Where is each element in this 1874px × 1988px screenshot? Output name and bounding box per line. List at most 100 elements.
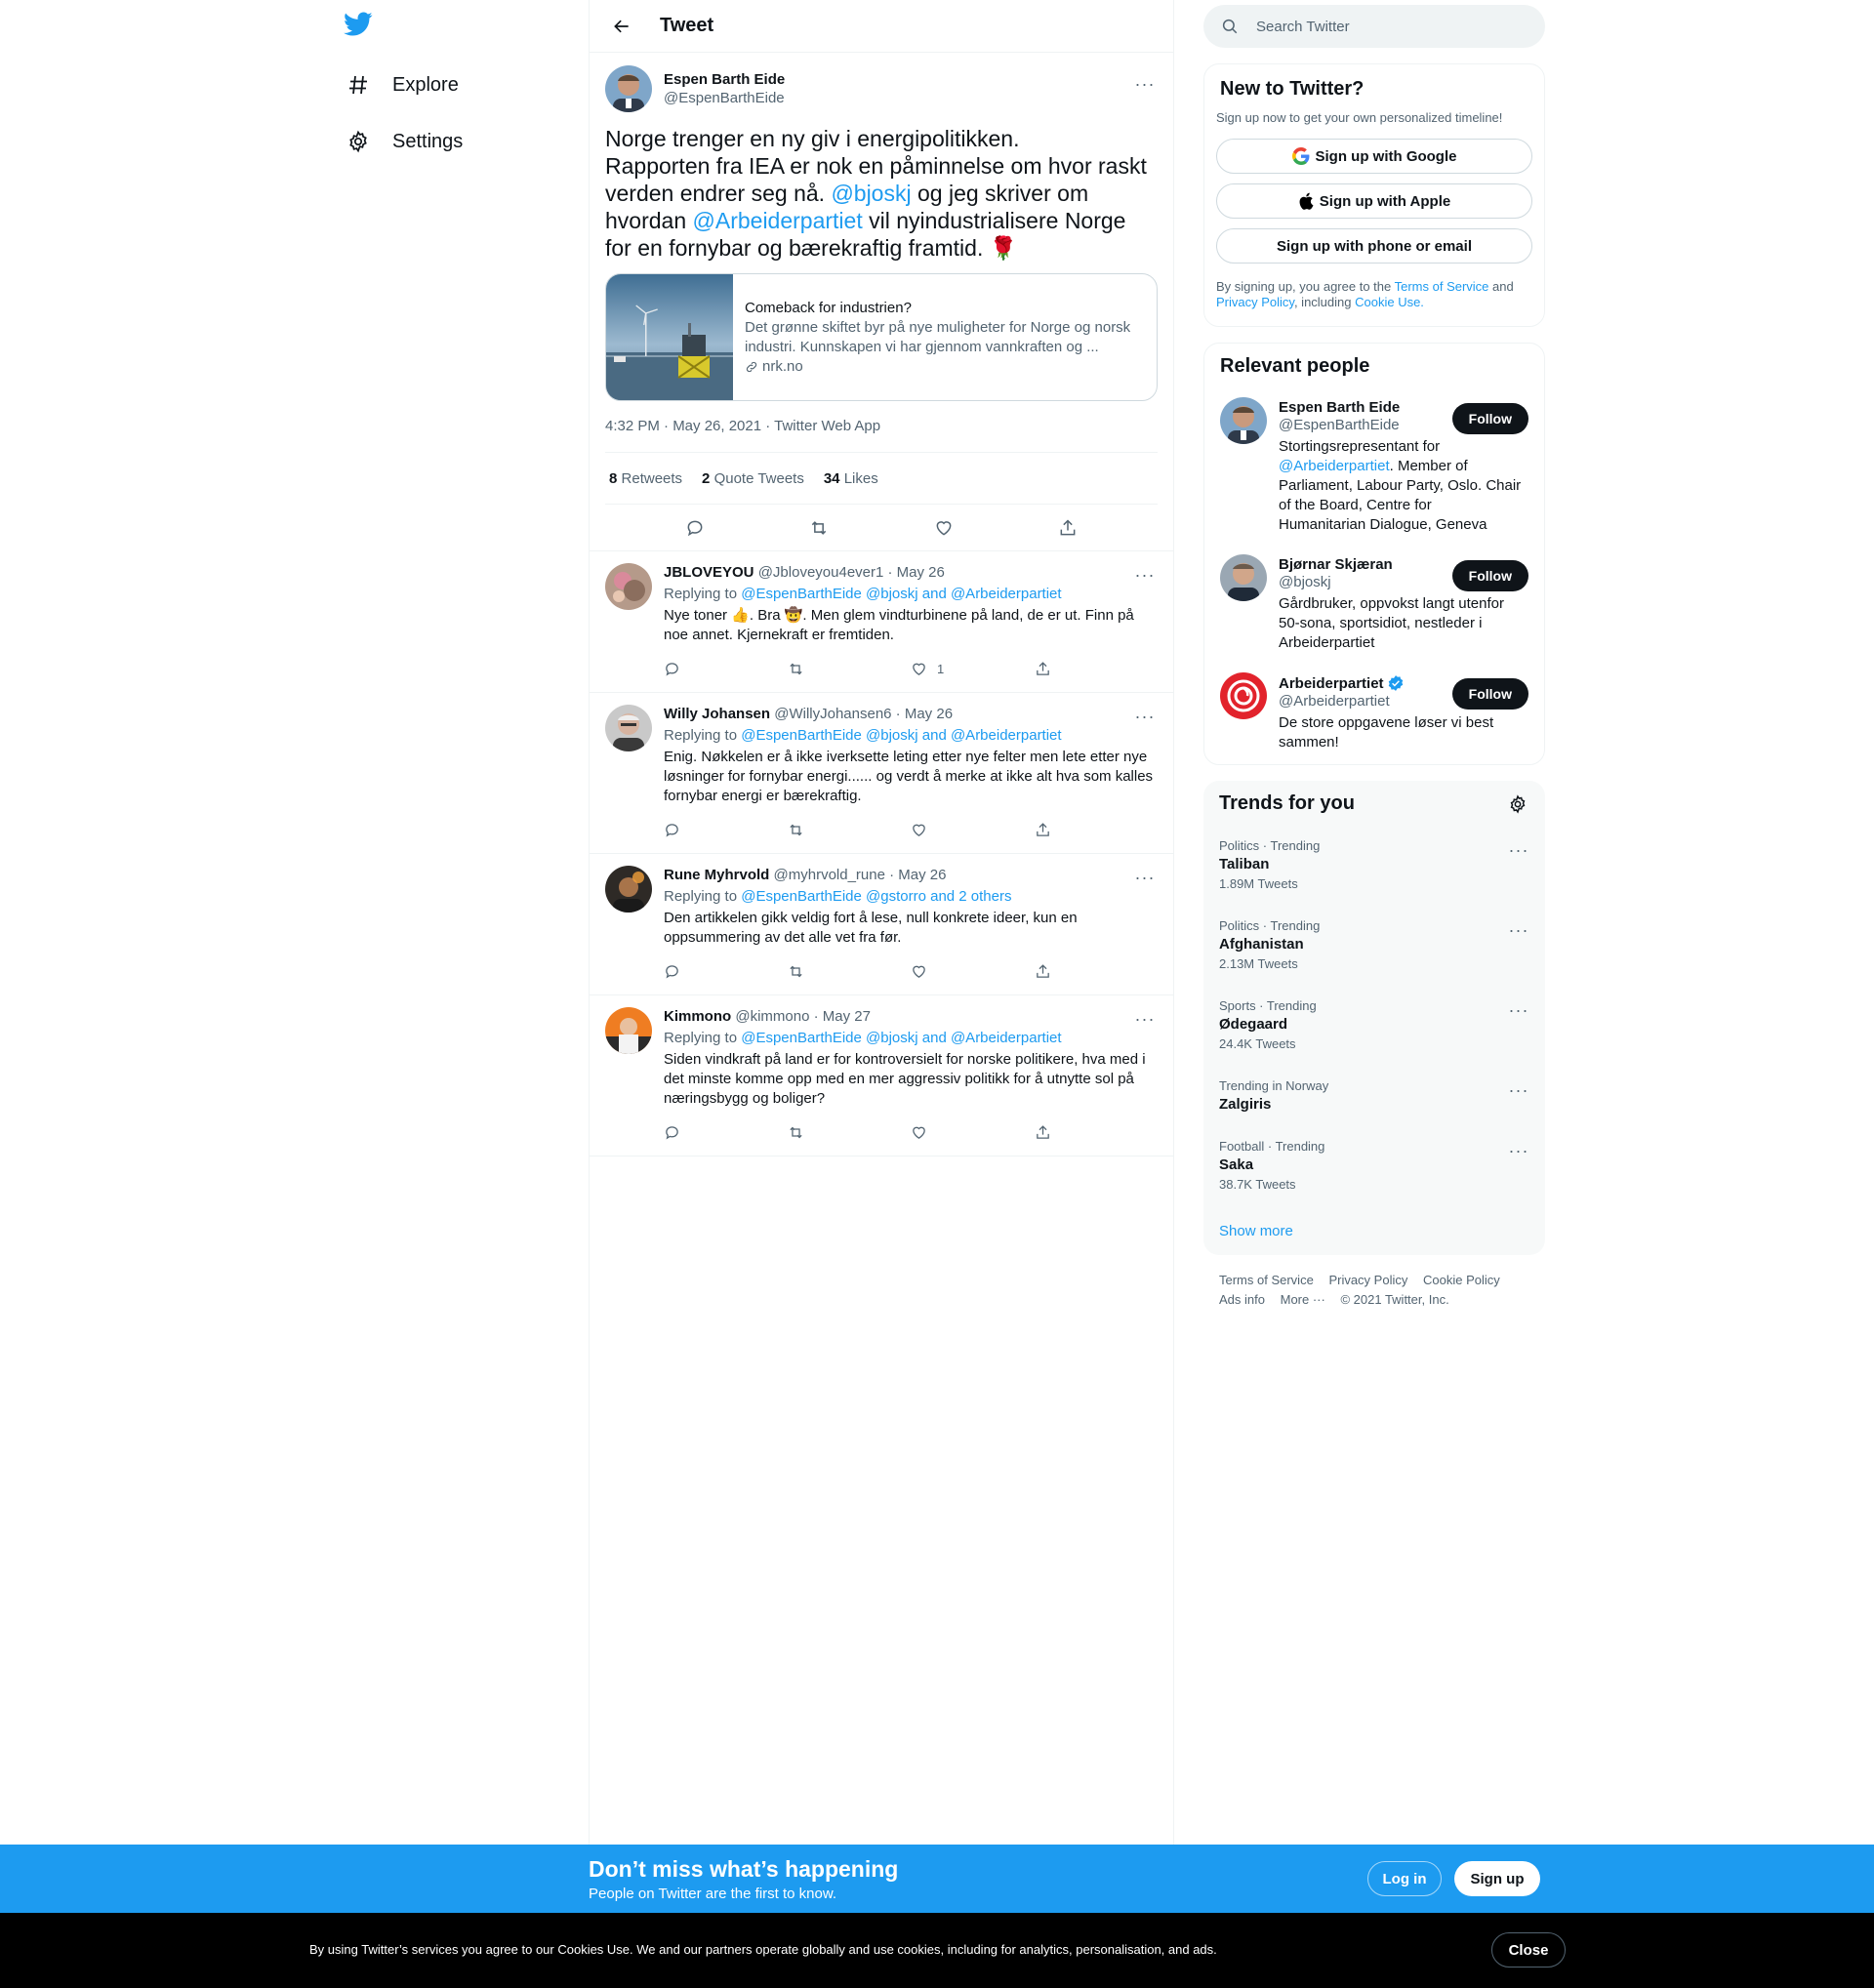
- tweet-timestamp[interactable]: 4:32 PM · May 26, 2021 · Twitter Web App: [605, 418, 1158, 437]
- cookie-close-button[interactable]: Close: [1491, 1932, 1566, 1968]
- login-button[interactable]: Log in: [1367, 1861, 1442, 1896]
- share-icon[interactable]: [1051, 511, 1084, 545]
- trend-item[interactable]: Trending in Norway Zalgiris ···: [1203, 1067, 1545, 1127]
- search-input[interactable]: Search Twitter: [1256, 19, 1350, 35]
- signup-phone-button[interactable]: Sign up with phone or email: [1216, 228, 1532, 264]
- more-options-icon[interactable]: ···: [1132, 565, 1158, 585]
- reply-tweet[interactable]: ··· JBLOVEYOU @Jbloveyou4ever1 · May 26 …: [590, 551, 1173, 693]
- reply-tweet[interactable]: ··· Kimmono @kimmono · May 27 Replying t…: [590, 995, 1173, 1156]
- avatar[interactable]: [605, 65, 652, 112]
- footer-more-link[interactable]: More ···: [1281, 1292, 1325, 1307]
- avatar[interactable]: [1220, 554, 1267, 601]
- back-arrow-icon[interactable]: [605, 10, 638, 43]
- reply-handle-date[interactable]: @Jbloveyou4ever1 · May 26: [758, 564, 945, 581]
- like-icon[interactable]: [911, 1124, 1035, 1141]
- twitter-logo-icon[interactable]: [344, 12, 377, 41]
- trend-item[interactable]: Football · Trending Saka 38.7K Tweets ··…: [1203, 1127, 1545, 1207]
- mention-link[interactable]: @bjoskj: [831, 181, 911, 206]
- reply-icon[interactable]: [678, 511, 712, 545]
- like-icon[interactable]: [911, 822, 1035, 838]
- share-icon[interactable]: [1035, 963, 1159, 980]
- footer-cookie-link[interactable]: Cookie Policy: [1423, 1273, 1500, 1287]
- more-options-icon[interactable]: ···: [1506, 840, 1531, 860]
- reply-icon[interactable]: [664, 822, 788, 838]
- more-options-icon[interactable]: ···: [1132, 1009, 1158, 1029]
- share-icon[interactable]: [1035, 822, 1159, 838]
- like-icon[interactable]: [927, 511, 960, 545]
- retweet-icon[interactable]: [788, 661, 912, 677]
- avatar[interactable]: [605, 866, 652, 913]
- signup-apple-button[interactable]: Sign up with Apple: [1216, 183, 1532, 219]
- more-options-icon[interactable]: ···: [1132, 74, 1158, 94]
- reply-icon[interactable]: [664, 963, 788, 980]
- like-icon[interactable]: [911, 963, 1035, 980]
- reply-icon[interactable]: [664, 1124, 788, 1141]
- signup-button[interactable]: Sign up: [1454, 1861, 1540, 1896]
- share-icon[interactable]: [1035, 1124, 1159, 1141]
- footer-ads-link[interactable]: Ads info: [1219, 1292, 1265, 1307]
- follow-button[interactable]: Follow: [1451, 678, 1528, 710]
- like-icon[interactable]: 1: [911, 661, 1035, 677]
- reply-icon[interactable]: [664, 661, 788, 677]
- replying-to-links[interactable]: @EspenBarthEide @bjoskj and @Arbeiderpar…: [741, 1030, 1061, 1046]
- retweet-icon[interactable]: [788, 1124, 912, 1141]
- replying-to-links[interactable]: @EspenBarthEide @bjoskj and @Arbeiderpar…: [741, 727, 1061, 744]
- follow-button[interactable]: Follow: [1451, 403, 1528, 434]
- avatar[interactable]: [605, 563, 652, 610]
- signup-google-button[interactable]: Sign up with Google: [1216, 139, 1532, 174]
- show-more-link[interactable]: Show more: [1203, 1207, 1545, 1255]
- link-card[interactable]: Comeback for industrien? Det grønne skif…: [605, 273, 1158, 401]
- more-options-icon[interactable]: ···: [1506, 1080, 1531, 1100]
- retweets-stat[interactable]: 8 Retweets: [609, 470, 682, 487]
- author-name[interactable]: Espen Barth Eide: [664, 71, 785, 88]
- terms-link[interactable]: Terms of Service: [1395, 279, 1489, 294]
- person-item[interactable]: Espen Barth Eide @EspenBarthEide Stortin…: [1204, 389, 1544, 547]
- footer-privacy-link[interactable]: Privacy Policy: [1328, 1273, 1407, 1287]
- bio-mention-link[interactable]: @Arbeiderpartiet: [1279, 458, 1390, 474]
- reply-handle-date[interactable]: @WillyJohansen6 · May 26: [774, 706, 953, 722]
- reply-handle-date[interactable]: @kimmono · May 27: [735, 1008, 871, 1025]
- gear-icon[interactable]: [1508, 794, 1528, 814]
- avatar[interactable]: [605, 1007, 652, 1054]
- reply-handle-date[interactable]: @myhrvold_rune · May 26: [774, 867, 947, 883]
- more-options-icon[interactable]: ···: [1132, 707, 1158, 726]
- cookie-use-link[interactable]: Cookie Use.: [1355, 295, 1424, 309]
- likes-stat[interactable]: 34 Likes: [824, 470, 878, 487]
- retweet-icon[interactable]: [788, 822, 912, 838]
- person-item[interactable]: Bjørnar Skjæran @bjoskj Gårdbruker, oppv…: [1204, 547, 1544, 665]
- privacy-link[interactable]: Privacy Policy: [1216, 295, 1294, 309]
- footer-terms-link[interactable]: Terms of Service: [1219, 1273, 1314, 1287]
- share-icon[interactable]: [1035, 661, 1159, 677]
- trend-item[interactable]: Politics · Trending Taliban 1.89M Tweets…: [1203, 827, 1545, 907]
- more-options-icon[interactable]: ···: [1506, 1141, 1531, 1160]
- person-item[interactable]: Arbeiderpartiet @Arbeiderpartiet De stor…: [1204, 665, 1544, 764]
- reply-author-name[interactable]: Kimmono: [664, 1008, 731, 1025]
- cookie-banner: By using Twitter’s services you agree to…: [0, 1913, 1874, 1988]
- avatar[interactable]: [605, 705, 652, 751]
- trend-item[interactable]: Sports · Trending Ødegaard 24.4K Tweets …: [1203, 987, 1545, 1067]
- replying-to-links[interactable]: @EspenBarthEide @bjoskj and @Arbeiderpar…: [741, 586, 1061, 602]
- reply-tweet[interactable]: ··· Willy Johansen @WillyJohansen6 · May…: [590, 693, 1173, 854]
- nav-explore[interactable]: Explore: [344, 63, 459, 106]
- reply-author-name[interactable]: Willy Johansen: [664, 706, 770, 722]
- avatar[interactable]: [1220, 397, 1267, 444]
- more-options-icon[interactable]: ···: [1506, 1000, 1531, 1020]
- reply-author-name[interactable]: JBLOVEYOU: [664, 564, 754, 581]
- search-box[interactable]: Search Twitter: [1203, 5, 1545, 48]
- follow-button[interactable]: Follow: [1451, 560, 1528, 591]
- retweet-icon[interactable]: [788, 963, 912, 980]
- mention-link[interactable]: @Arbeiderpartiet: [693, 208, 863, 233]
- avatar[interactable]: [1220, 672, 1267, 719]
- tweet-header: Tweet: [590, 0, 1173, 53]
- more-options-icon[interactable]: ···: [1506, 920, 1531, 940]
- author-handle[interactable]: @EspenBarthEide: [664, 90, 785, 106]
- reply-author-name[interactable]: Rune Myhrvold: [664, 867, 769, 883]
- nav-settings[interactable]: Settings: [344, 120, 463, 163]
- quote-tweets-stat[interactable]: 2 Quote Tweets: [702, 470, 804, 487]
- more-options-icon[interactable]: ···: [1132, 868, 1158, 887]
- replying-to-links[interactable]: @EspenBarthEide @gstorro and 2 others: [741, 888, 1011, 905]
- trend-item[interactable]: Politics · Trending Afghanistan 2.13M Tw…: [1203, 907, 1545, 987]
- reply-tweet[interactable]: ··· Rune Myhrvold @myhrvold_rune · May 2…: [590, 854, 1173, 995]
- trend-name: Ødegaard: [1219, 1016, 1288, 1033]
- retweet-icon[interactable]: [802, 511, 835, 545]
